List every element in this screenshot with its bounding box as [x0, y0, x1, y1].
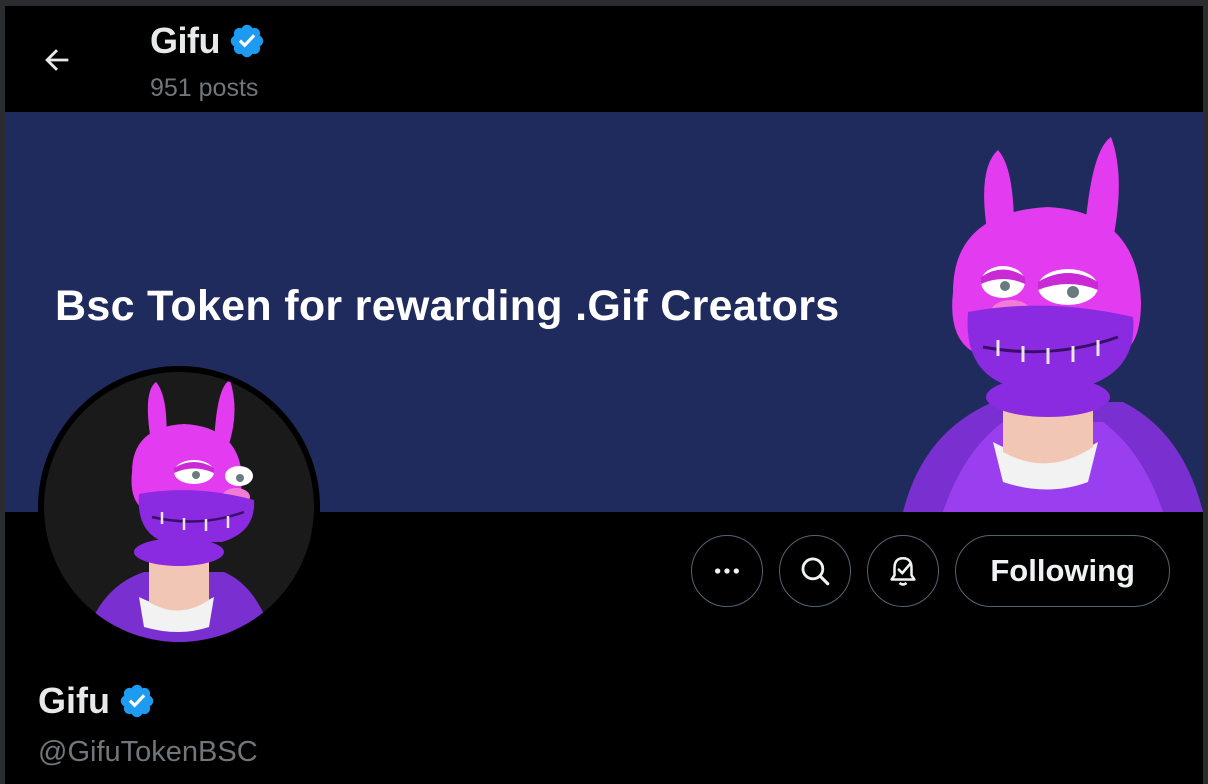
- arrow-left-icon: [45, 49, 69, 71]
- back-button[interactable]: [35, 38, 79, 82]
- header-title: Gifu: [150, 20, 266, 62]
- avatar-image: [44, 372, 314, 642]
- more-button[interactable]: [691, 535, 764, 607]
- browser-window: Gifu 951 posts Bsc Token for rewarding .…: [0, 0, 1208, 784]
- verified-badge-icon: [230, 24, 264, 58]
- header-name-text: Gifu: [150, 20, 220, 61]
- profile-actions: Following: [691, 535, 1170, 607]
- following-button[interactable]: Following: [955, 535, 1170, 607]
- search-profile-button[interactable]: [779, 535, 852, 607]
- profile-name-text: Gifu: [38, 680, 110, 721]
- avatar-mascot-illustration: [84, 380, 274, 642]
- profile-handle: @GifuTokenBSC: [38, 736, 258, 768]
- profile-header-bar: Gifu 951 posts: [5, 6, 1203, 112]
- post-count: 951 posts: [150, 74, 259, 102]
- banner-tagline: Bsc Token for rewarding .Gif Creators: [55, 282, 840, 330]
- search-icon: [801, 557, 830, 586]
- more-horizontal-icon: [715, 568, 740, 574]
- notifications-button[interactable]: [867, 535, 940, 607]
- mascot-illustration: [903, 137, 1203, 512]
- bell-check-icon: [890, 556, 916, 586]
- profile-page: Gifu 951 posts Bsc Token for rewarding .…: [5, 6, 1203, 784]
- profile-avatar[interactable]: [38, 366, 320, 648]
- verified-badge-icon[interactable]: [118, 682, 156, 720]
- profile-display-name: Gifu: [38, 680, 156, 722]
